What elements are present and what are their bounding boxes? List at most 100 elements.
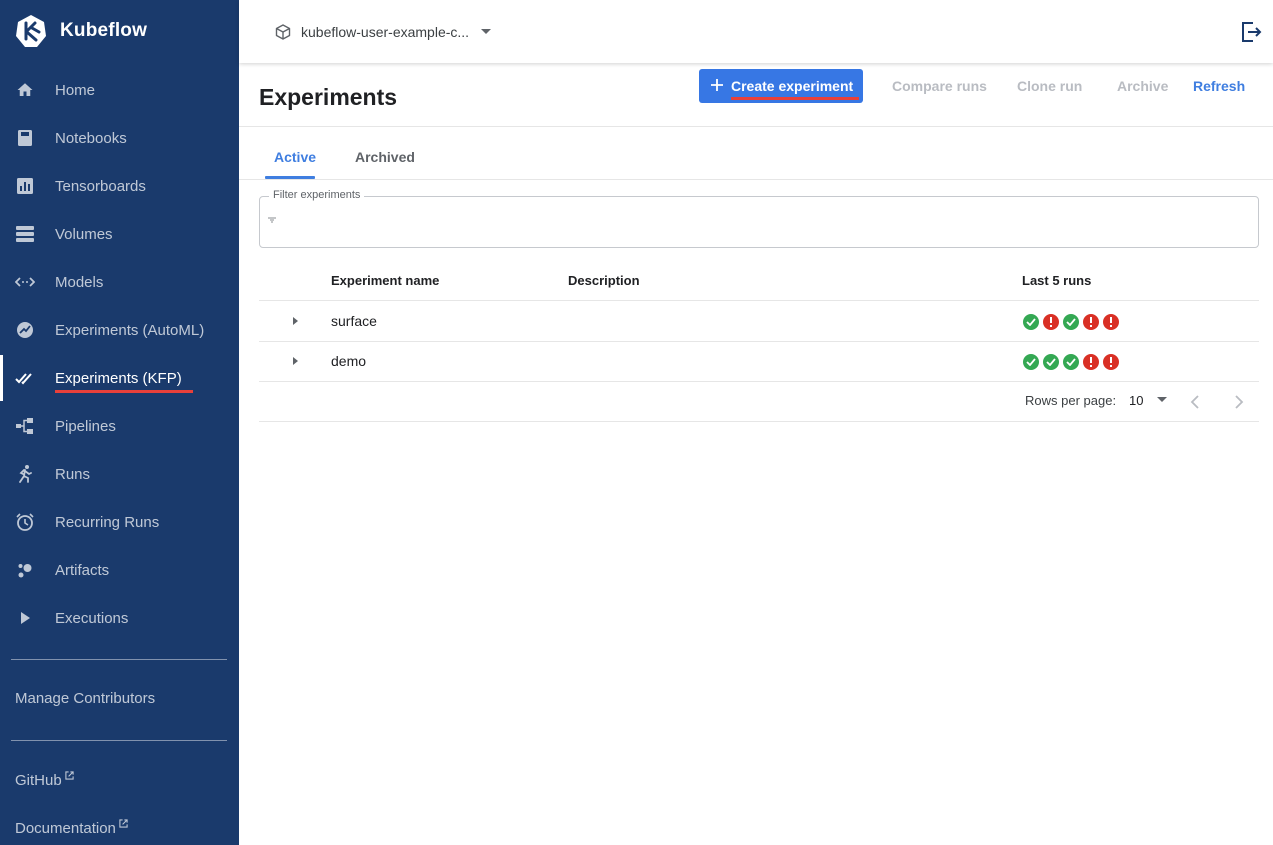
sidebar-item-label: Runs (55, 465, 91, 483)
cube-icon (275, 24, 291, 40)
namespace-selector[interactable]: kubeflow-user-example-c... (275, 20, 492, 44)
runner-icon (15, 464, 35, 484)
last-runs (1023, 314, 1123, 330)
sidebar-item-label: Volumes (55, 225, 113, 243)
active-item-underline (55, 390, 193, 393)
pipelines-icon (15, 416, 35, 436)
create-experiment-button[interactable]: Create experiment (699, 69, 863, 103)
refresh-button[interactable]: Refresh (1193, 78, 1245, 94)
archive-button[interactable]: Archive (1117, 78, 1168, 94)
sidebar-item-experiments-kfp[interactable]: Experiments (KFP) (0, 354, 239, 402)
artifacts-icon (15, 560, 35, 580)
logout-icon[interactable] (1239, 20, 1263, 44)
sidebar-item-label: Experiments (KFP) (55, 369, 182, 387)
run-success-icon[interactable] (1063, 354, 1079, 370)
models-icon (15, 272, 35, 292)
column-header-last-5-runs: Last 5 runs (1022, 273, 1092, 288)
run-success-icon[interactable] (1063, 314, 1079, 330)
top-bar: kubeflow-user-example-c... (239, 0, 1273, 63)
documentation-link[interactable]: Documentation (15, 819, 128, 837)
external-link-icon (119, 819, 128, 828)
run-failed-icon[interactable] (1043, 314, 1059, 330)
tabs: Active Archived (239, 149, 1273, 180)
run-success-icon[interactable] (1043, 354, 1059, 370)
external-link-icon (65, 771, 74, 780)
play-icon (15, 608, 35, 628)
sidebar-item-pipelines[interactable]: Pipelines (0, 402, 239, 450)
sidebar-item-label: Models (55, 273, 104, 291)
sidebar-item-models[interactable]: Models (0, 258, 239, 306)
tensorboard-icon (15, 176, 35, 196)
expand-arrow-icon[interactable] (289, 355, 301, 367)
filter-input[interactable] (284, 209, 1244, 235)
column-header-experiment-name[interactable]: Experiment name (331, 273, 439, 288)
run-failed-icon[interactable] (1083, 314, 1099, 330)
sidebar-divider (11, 659, 227, 660)
github-link-label: GitHub (15, 772, 62, 789)
sidebar-item-home[interactable]: Home (0, 66, 239, 114)
chevron-down-icon (481, 29, 492, 34)
github-link[interactable]: GitHub (15, 771, 74, 789)
sidebar-item-recurring-runs[interactable]: Recurring Runs (0, 498, 239, 546)
volumes-icon (15, 224, 35, 244)
sidebar-item-label: Artifacts (55, 561, 110, 579)
run-failed-icon[interactable] (1103, 314, 1119, 330)
sidebar-nav: Home Notebooks Tensorboards Volumes Mode… (0, 66, 239, 642)
namespace-label: kubeflow-user-example-c... (301, 24, 470, 40)
expand-arrow-icon[interactable] (289, 315, 301, 327)
sidebar-item-label: Executions (55, 609, 129, 627)
sidebar-item-volumes[interactable]: Volumes (0, 210, 239, 258)
tab-active[interactable]: Active (274, 149, 316, 165)
sidebar-item-tensorboards[interactable]: Tensorboards (0, 162, 239, 210)
clone-run-button[interactable]: Clone run (1017, 78, 1082, 94)
documentation-link-label: Documentation (15, 820, 116, 837)
sidebar-item-label: Recurring Runs (55, 513, 160, 531)
run-failed-icon[interactable] (1083, 354, 1099, 370)
sidebar: Kubeflow Home Notebooks Tensorboards Vol… (0, 0, 239, 845)
brand-name: Kubeflow (60, 20, 148, 41)
experiment-name[interactable]: surface (331, 313, 377, 329)
kubeflow-logo-icon (16, 15, 46, 47)
sidebar-item-label: Notebooks (55, 129, 127, 147)
sidebar-item-label: Home (55, 81, 96, 99)
sidebar-item-notebooks[interactable]: Notebooks (0, 114, 239, 162)
header-divider (239, 126, 1273, 127)
table-row[interactable]: demo (259, 341, 1259, 381)
sidebar-item-experiments-automl[interactable]: Experiments (AutoML) (0, 306, 239, 354)
rows-per-page-label: Rows per page: (1025, 393, 1117, 408)
run-success-icon[interactable] (1023, 314, 1039, 330)
filter-experiments-field[interactable]: Filter experiments (259, 189, 1259, 248)
table-row[interactable]: surface (259, 301, 1259, 341)
chevron-left-icon[interactable] (1187, 393, 1205, 411)
chevron-down-icon (1157, 397, 1167, 402)
filter-list-icon (268, 217, 276, 223)
sidebar-item-label: Pipelines (55, 417, 116, 435)
rows-per-page-value: 10 (1129, 393, 1144, 408)
create-experiment-label: Create experiment (731, 78, 854, 94)
sidebar-item-runs[interactable]: Runs (0, 450, 239, 498)
experiment-name[interactable]: demo (331, 353, 366, 369)
create-button-underline (731, 97, 859, 100)
sidebar-item-artifacts[interactable]: Artifacts (0, 546, 239, 594)
run-failed-icon[interactable] (1103, 354, 1119, 370)
last-runs (1023, 354, 1123, 370)
brand[interactable]: Kubeflow (15, 14, 147, 48)
sidebar-divider (11, 740, 227, 741)
column-header-description[interactable]: Description (568, 273, 640, 288)
run-success-icon[interactable] (1023, 354, 1039, 370)
toolbar: Create experiment Compare runs Clone run… (239, 69, 1273, 103)
manage-contributors-link[interactable]: Manage Contributors (15, 690, 155, 707)
sidebar-item-label: Experiments (AutoML) (55, 321, 205, 339)
notebook-icon (15, 128, 35, 148)
chevron-right-icon[interactable] (1229, 393, 1247, 411)
tab-archived[interactable]: Archived (355, 149, 415, 165)
automl-icon (15, 320, 35, 340)
sidebar-item-executions[interactable]: Executions (0, 594, 239, 642)
pagination-divider (259, 421, 1259, 422)
tabs-divider (239, 179, 1273, 180)
alarm-clock-icon (15, 512, 35, 532)
rows-per-page-select[interactable]: 10 (1129, 391, 1171, 411)
compare-runs-button[interactable]: Compare runs (892, 78, 987, 94)
main-content: Experiments Create experiment Compare ru… (239, 63, 1273, 845)
filter-label: Filter experiments (269, 189, 365, 201)
